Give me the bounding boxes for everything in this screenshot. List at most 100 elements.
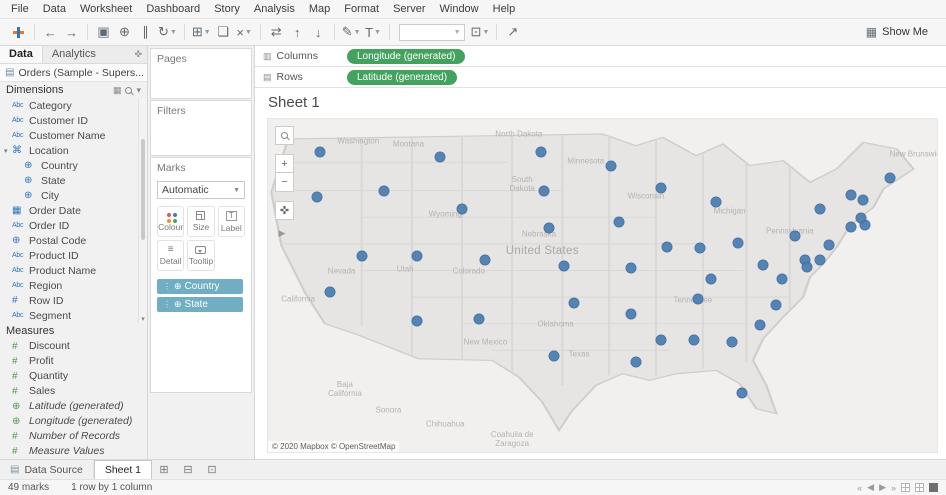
sort-descending-button[interactable]: ↓: [308, 22, 329, 43]
view-grid-icon[interactable]: [901, 483, 910, 492]
menu-map[interactable]: Map: [302, 1, 337, 17]
fit-axes-button[interactable]: ⊡▼: [469, 22, 492, 43]
map-mark-sd[interactable]: [539, 185, 550, 196]
zoom-out-button[interactable]: −: [275, 173, 294, 192]
field-number-of-records[interactable]: #Number of Records: [0, 429, 147, 444]
sort-ascending-button[interactable]: ↑: [287, 22, 308, 43]
map-mark-nc[interactable]: [771, 299, 782, 310]
menu-worksheet[interactable]: Worksheet: [73, 1, 139, 17]
refresh-button[interactable]: ↻▼: [156, 22, 179, 43]
map-mark-mn[interactable]: [605, 161, 616, 172]
map-mark-va[interactable]: [776, 274, 787, 285]
map-mark-tn[interactable]: [693, 294, 704, 305]
label-button[interactable]: Label: [218, 206, 245, 237]
scrollbar-thumb[interactable]: [141, 139, 145, 240]
highlight-button[interactable]: ✎▼: [340, 22, 363, 43]
pill-state[interactable]: ⋮ ⊕ State: [157, 297, 243, 312]
field-order-id[interactable]: AbcOrder ID: [0, 218, 147, 233]
menu-file[interactable]: File: [4, 1, 36, 17]
menu-window[interactable]: Window: [433, 1, 486, 17]
colour-button[interactable]: Colour: [157, 206, 184, 237]
menu-help[interactable]: Help: [486, 1, 523, 17]
map-mark-fl[interactable]: [736, 388, 747, 399]
field-row-id[interactable]: #Row ID: [0, 293, 147, 308]
field-category[interactable]: AbcCategory: [0, 98, 147, 113]
map-mark-ne[interactable]: [543, 222, 554, 233]
pill-longitude[interactable]: Longitude (generated): [347, 49, 465, 64]
map-mark-wi[interactable]: [655, 183, 666, 194]
map-search-button[interactable]: [275, 126, 294, 145]
rows-shelf[interactable]: ▤ Rows Latitude (generated): [255, 67, 946, 88]
size-button[interactable]: Size: [187, 206, 214, 237]
dimensions-scrollbar[interactable]: ▾: [138, 98, 147, 323]
nav-prev-icon[interactable]: ◀: [867, 482, 874, 493]
map-mark-me[interactable]: [885, 172, 896, 183]
map-mark-tx[interactable]: [549, 351, 560, 362]
new-story-tab-button[interactable]: ⊡: [200, 460, 224, 479]
map-pin-button[interactable]: ✜: [275, 201, 294, 220]
map-mark-ms[interactable]: [656, 335, 667, 346]
field-order-date[interactable]: ▦Order Date: [0, 203, 147, 218]
mark-type-dropdown[interactable]: Automatic ▼: [157, 181, 245, 199]
view-full-icon[interactable]: [929, 483, 938, 492]
fit-selector-dropdown[interactable]: ▼: [399, 24, 465, 41]
tab-analytics[interactable]: Analytics: [43, 46, 105, 63]
detail-button[interactable]: Detail: [157, 240, 184, 271]
field-customer-name[interactable]: AbcCustomer Name: [0, 128, 147, 143]
pin-icon[interactable]: ✜: [134, 49, 147, 60]
map-mark-az[interactable]: [411, 316, 422, 327]
field-quantity[interactable]: #Quantity: [0, 369, 147, 384]
map-mark-dc[interactable]: [802, 262, 813, 273]
field-measure-values[interactable]: #Measure Values: [0, 444, 147, 459]
map-mark-or[interactable]: [311, 192, 322, 203]
filters-shelf[interactable]: Filters: [150, 100, 252, 156]
undo-button[interactable]: ←: [40, 22, 61, 43]
field-customer-id[interactable]: AbcCustomer ID: [0, 113, 147, 128]
pause-updates-button[interactable]: ∥: [135, 22, 156, 43]
map-mark-ar[interactable]: [626, 308, 637, 319]
columns-shelf[interactable]: ▥ Columns Longitude (generated): [255, 46, 946, 67]
map-mark-ks[interactable]: [559, 261, 570, 272]
map-toolbar-expand-button[interactable]: ▶: [275, 226, 289, 240]
map-mark-ia[interactable]: [614, 216, 625, 227]
field-location[interactable]: ▾⌘Location: [0, 143, 147, 158]
tab-data-source[interactable]: ▤ Data Source: [0, 460, 94, 479]
pill-latitude[interactable]: Latitude (generated): [347, 70, 457, 85]
show-me-button[interactable]: ▦ Show Me: [856, 23, 938, 41]
map-mark-nm[interactable]: [473, 313, 484, 324]
tableau-logo-button[interactable]: [8, 22, 29, 43]
view-options-icon[interactable]: ▦: [113, 85, 122, 96]
map-mark-ok[interactable]: [569, 298, 580, 309]
search-fields-icon[interactable]: [125, 87, 132, 94]
field-product-name[interactable]: AbcProduct Name: [0, 263, 147, 278]
field-discount[interactable]: #Discount: [0, 339, 147, 354]
data-source-item[interactable]: ▤ Orders (Sample - Supers...: [0, 64, 147, 83]
nav-next-icon[interactable]: ▶: [879, 482, 886, 493]
pages-shelf[interactable]: Pages: [150, 48, 252, 99]
map-mark-sc[interactable]: [754, 320, 765, 331]
field-state[interactable]: ⊕State: [0, 173, 147, 188]
map-mark-ny[interactable]: [814, 203, 825, 214]
new-worksheet-tab-button[interactable]: ⊞: [152, 460, 176, 479]
map-mark-nd[interactable]: [535, 147, 546, 158]
map-mark-id[interactable]: [378, 185, 389, 196]
map-mark-ma[interactable]: [856, 212, 867, 223]
map-mark-ca[interactable]: [324, 286, 335, 297]
add-data-button[interactable]: ⊕: [114, 22, 135, 43]
map-mark-al[interactable]: [689, 335, 700, 346]
swap-rows-columns-button[interactable]: ⇄: [266, 22, 287, 43]
map-mark-mi[interactable]: [711, 197, 722, 208]
map-viewport[interactable]: WashingtonMontanaNorth DakotaMinnesotaSo…: [267, 118, 938, 453]
map-mark-ky[interactable]: [705, 274, 716, 285]
map-mark-ct[interactable]: [846, 221, 857, 232]
map-mark-la[interactable]: [630, 357, 641, 368]
menu-server[interactable]: Server: [386, 1, 432, 17]
menu-format[interactable]: Format: [337, 1, 386, 17]
map-mark-in[interactable]: [694, 243, 705, 254]
tab-data[interactable]: Data: [0, 46, 43, 63]
scroll-down-icon[interactable]: ▾: [139, 315, 147, 323]
map-mark-nh[interactable]: [858, 194, 869, 205]
tooltip-button[interactable]: Tooltip: [187, 240, 214, 271]
menu-story[interactable]: Story: [207, 1, 247, 17]
menu-data[interactable]: Data: [36, 1, 73, 17]
